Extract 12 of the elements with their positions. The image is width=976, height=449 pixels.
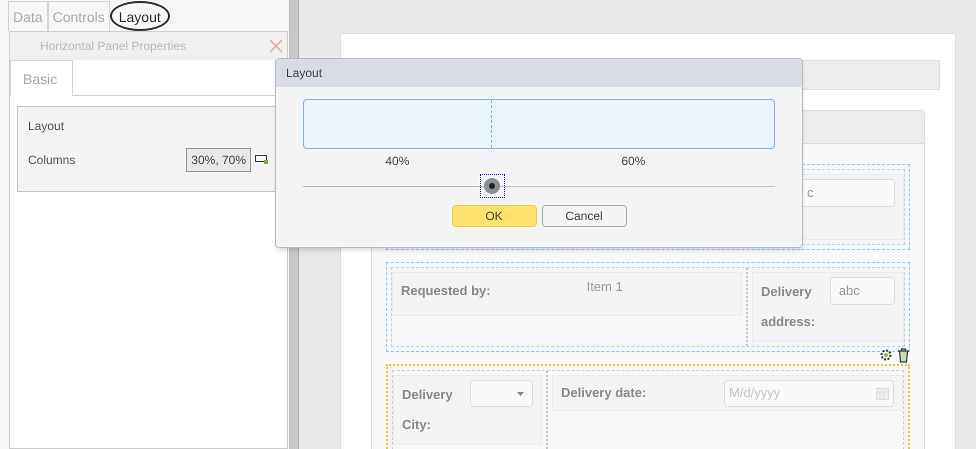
columns-value: 30%, 70% xyxy=(186,148,251,172)
group-heading: Layout xyxy=(28,118,66,135)
field-label: Requested by: xyxy=(401,282,491,300)
column-label: 60% xyxy=(621,153,646,170)
field-value: Item 1 xyxy=(586,278,623,296)
field-label: Delivery City: xyxy=(402,386,454,434)
field-label: Columns xyxy=(28,152,76,169)
dialog-title: Layout xyxy=(286,65,322,82)
window-title: Horizontal Panel Properties xyxy=(40,38,186,55)
field-label: Delivery address: xyxy=(761,283,816,331)
column-label: 40% xyxy=(385,153,410,170)
field-label: Delivery date: xyxy=(561,384,646,402)
